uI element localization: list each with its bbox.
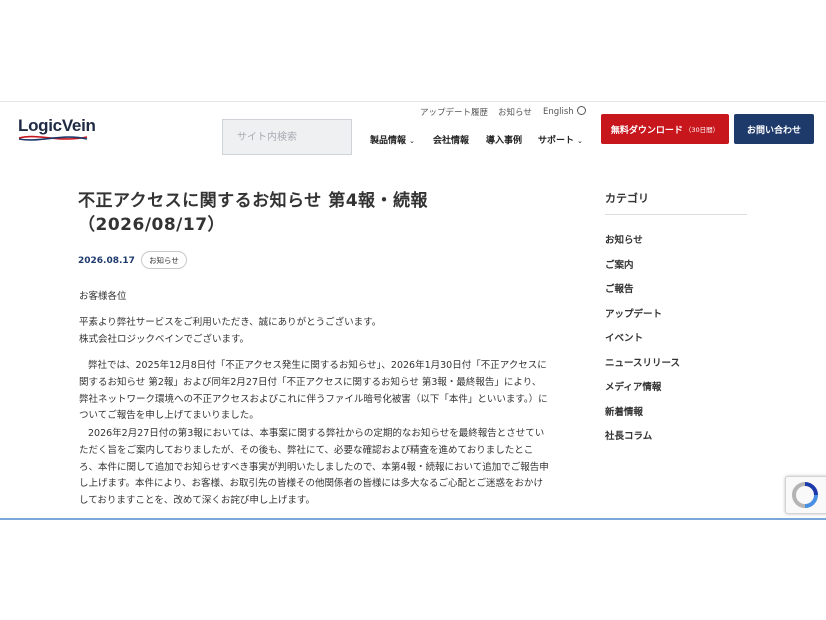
contact-label: お問い合わせ (746, 125, 801, 136)
recaptcha-badge[interactable] (785, 476, 826, 514)
page-title: 不正アクセスに関するお知らせ 第4報・続報 （2026/08/17） (78, 189, 498, 237)
search-input[interactable] (223, 120, 351, 154)
greeting-line2: 株式会社ロジックベインでございます。 (79, 333, 250, 345)
nav-case-studies[interactable]: 導入事例 (486, 133, 522, 146)
news-link[interactable]: お知らせ (498, 106, 532, 118)
sidebar-item-media[interactable]: メディア情報 (605, 379, 661, 393)
post-date: 2026.08.17 (78, 256, 135, 266)
sidebar-item-event[interactable]: イベント (605, 330, 643, 344)
site-frame: LogicVein アップデート履歴 お知らせ English 製品情報⌄ 会社… (0, 101, 826, 520)
paragraph-2: 2026年2月27日付の第3報においては、本事案に関する弊社からの定期的なお知ら… (79, 428, 549, 507)
sidebar-item-news-release[interactable]: ニュースリリース (605, 355, 680, 369)
salutation: お客様各位 (79, 291, 127, 302)
language-switch[interactable]: English (543, 106, 586, 117)
sidebar-item-news[interactable]: お知らせ (605, 232, 643, 246)
language-label: English (543, 107, 574, 117)
sidebar-title: カテゴリ (605, 192, 649, 205)
nav-support-label: サポート (538, 136, 575, 146)
update-history-link[interactable]: アップデート履歴 (420, 106, 488, 118)
download-note: （30日間） (684, 126, 720, 134)
logo-swoosh-icon (18, 135, 88, 141)
title-line2: （2026/08/17） (78, 215, 226, 235)
free-download-button[interactable]: 無料ダウンロード （30日間） (601, 114, 729, 144)
sidebar-item-whats-new[interactable]: 新着情報 (605, 404, 643, 418)
sidebar-divider (605, 214, 747, 215)
category-badge[interactable]: お知らせ (141, 251, 187, 269)
chevron-down-icon: ⌄ (409, 137, 415, 145)
logo-text: LogicVein (18, 116, 96, 135)
title-line1: 不正アクセスに関するお知らせ 第4報・続報 (78, 191, 429, 211)
sidebar-item-guide[interactable]: ご案内 (605, 257, 634, 271)
download-label: 無料ダウンロード (610, 125, 683, 136)
logicvein-logo[interactable]: LogicVein (18, 116, 96, 144)
contact-button[interactable]: お問い合わせ (734, 114, 814, 144)
paragraph-1: 弊社では、2025年12月8日付「不正アクセス発生に関するお知らせ」、2026年… (79, 360, 548, 422)
globe-icon (576, 106, 586, 115)
nav-support[interactable]: サポート ⌄ (538, 133, 583, 146)
sidebar-item-report[interactable]: ご報告 (605, 281, 634, 295)
chevron-down-icon: ⌄ (577, 137, 583, 145)
recaptcha-icon (791, 482, 818, 508)
greeting-line1: 平素より弊社サービスをご利用いただき、誠にありがとうございます。 (79, 317, 382, 328)
sidebar-item-update[interactable]: アップデート (605, 306, 662, 320)
site-search[interactable] (222, 119, 352, 155)
nav-products[interactable]: 製品情報 ⌄ (370, 133, 415, 146)
sidebar-item-ceo-column[interactable]: 社長コラム (605, 428, 652, 442)
nav-company[interactable]: 会社情報 (433, 133, 469, 146)
nav-products-label: 製品情報 (370, 136, 407, 146)
greeting: 平素より弊社サービスをご利用いただき、誠にありがとうございます。 株式会社ロジッ… (79, 315, 549, 349)
